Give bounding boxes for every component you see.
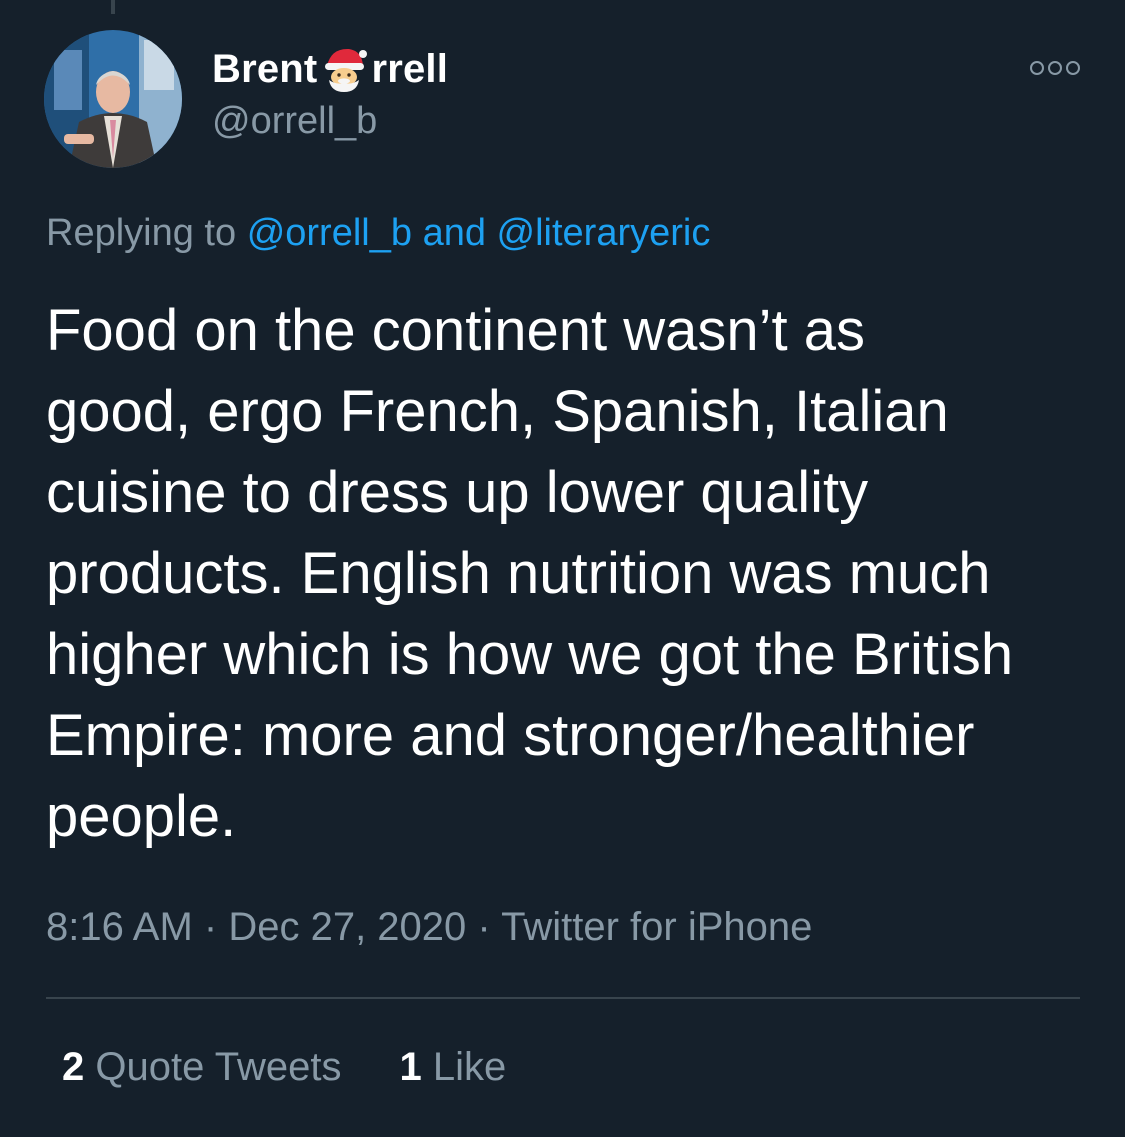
reply-prefix: Replying to [46,212,237,254]
tweet-source[interactable]: Twitter for iPhone [501,905,812,949]
santa-claus-emoji-icon [319,44,369,94]
like-count: 1 [399,1045,422,1089]
author-name-last: rrell [371,46,449,91]
likes-link[interactable]: 1 Like [399,1045,506,1090]
tweet-time[interactable]: 8:16 AM [46,905,193,949]
author-handle[interactable]: @orrell_b [212,100,377,143]
quote-count: 2 [62,1045,85,1089]
tweet-date[interactable]: Dec 27, 2020 [228,905,466,949]
more-options-icon[interactable] [1030,56,1080,80]
meta-separator: · [477,905,491,949]
avatar[interactable] [44,30,182,168]
like-label: Like [432,1045,507,1089]
reply-context: Replying to @orrell_b and @literaryeric [46,212,710,255]
quote-label: Quote Tweets [95,1045,342,1089]
reply-conjunction[interactable]: and [423,212,486,254]
author-name[interactable]: Brent rrell [212,44,448,94]
avatar-photo [44,30,182,168]
author-name-first: Brent [212,46,318,91]
mention-link-literaryeric[interactable]: @literaryeric [497,212,711,254]
tweet-text: Food on the continent wasn’t as good, er… [46,298,1014,849]
quote-tweets-link[interactable]: 2 Quote Tweets [62,1045,341,1090]
meta-separator: · [203,905,218,949]
mention-link-orrell[interactable]: @orrell_b [247,212,412,254]
divider [46,997,1080,999]
engagement-stats: 2 Quote Tweets 1 Like [62,1045,506,1090]
thread-connector-line [111,0,115,14]
tweet-metadata: 8:16 AM · Dec 27, 2020 · Twitter for iPh… [46,905,812,950]
